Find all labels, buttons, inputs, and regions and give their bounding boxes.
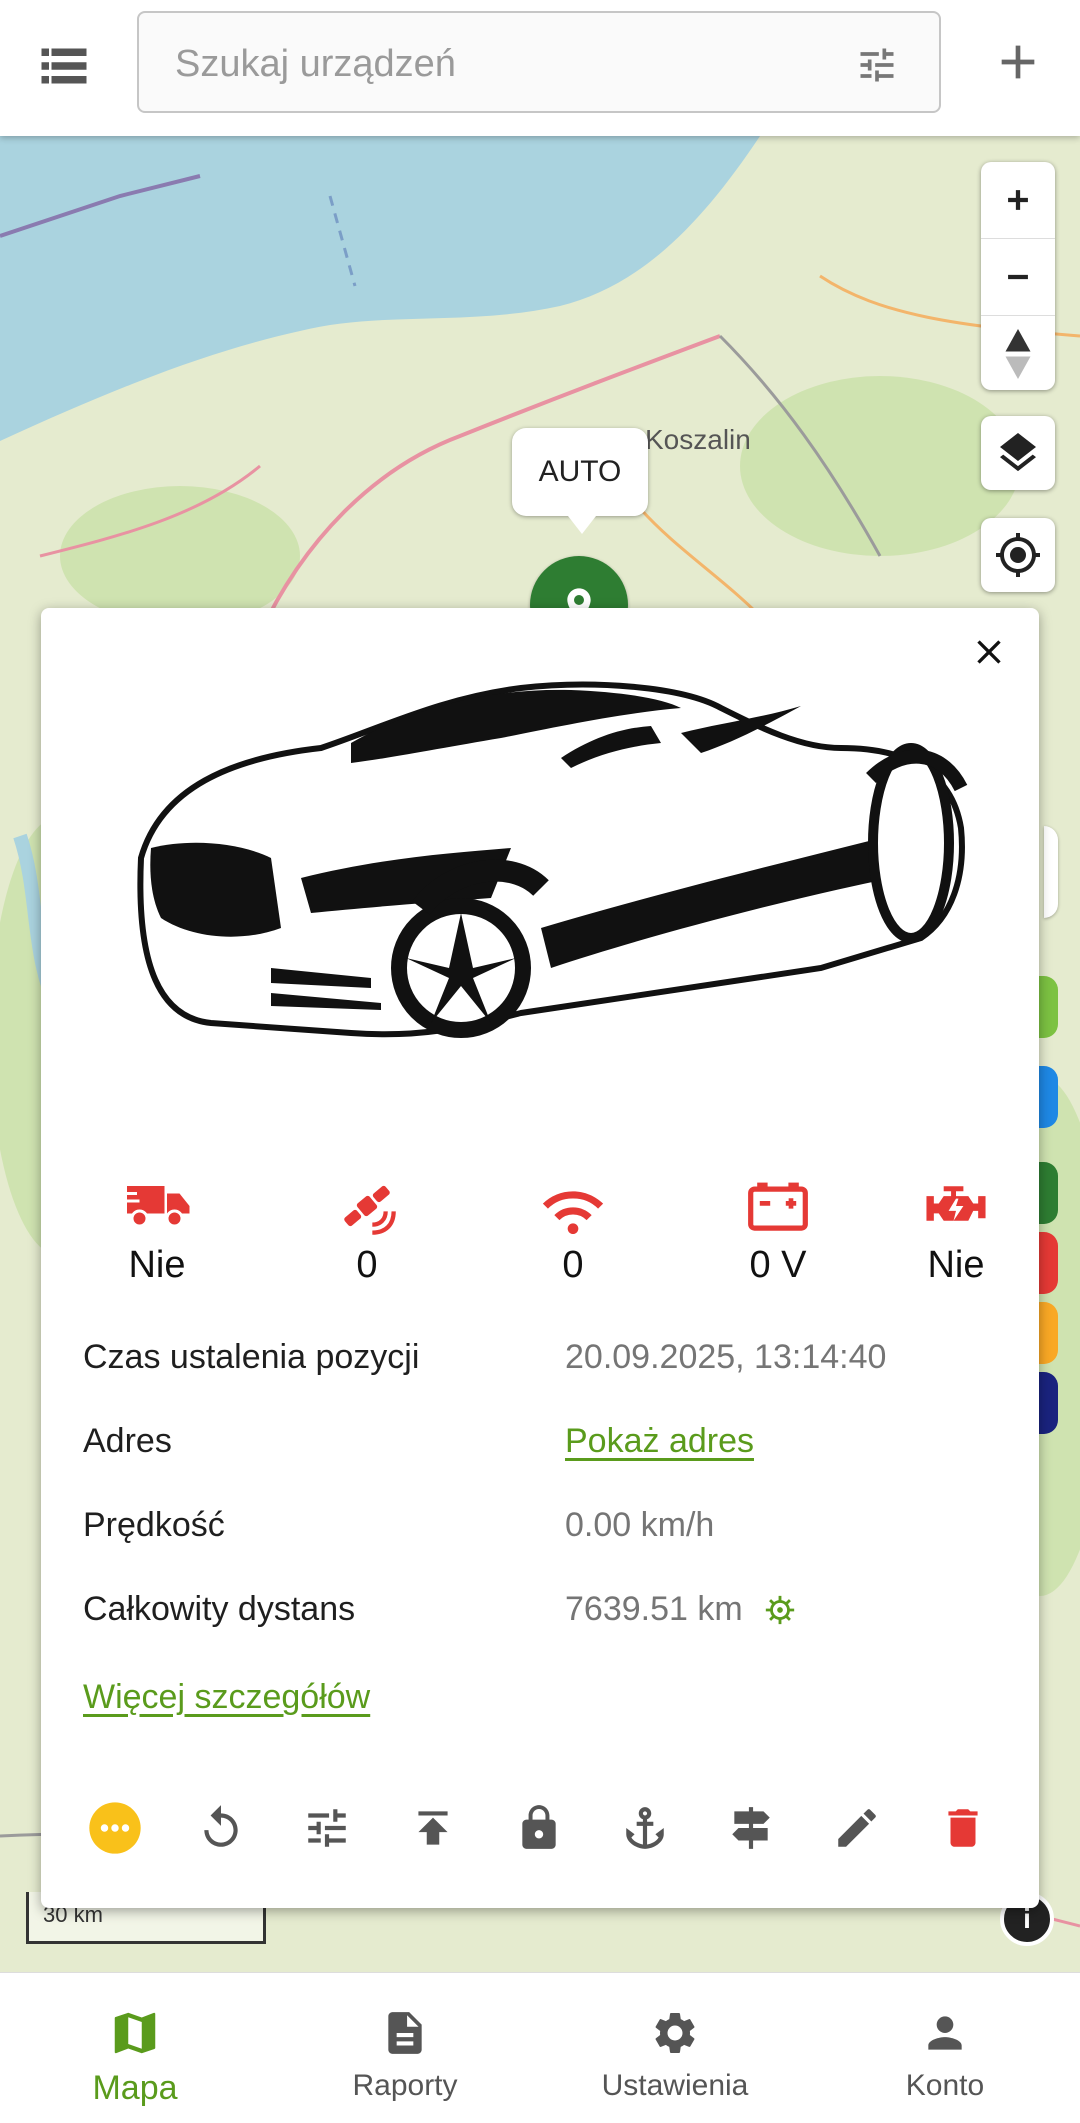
- replay-button[interactable]: [191, 1798, 251, 1858]
- car-image: [137, 681, 968, 1038]
- satellite-icon: [344, 1185, 396, 1235]
- document-icon: [388, 2012, 422, 2054]
- stat-signal: 0: [493, 1176, 653, 1287]
- stat-value: Nie: [128, 1244, 186, 1286]
- nav-label: Ustawienia: [601, 2069, 749, 2102]
- detail-label: Całkowity dystans: [83, 1590, 356, 1628]
- stat-value: Nie: [927, 1244, 985, 1286]
- detail-row-speed: Prędkość 0.00 km/h: [83, 1488, 1003, 1572]
- stat-motion: Nie: [77, 1176, 237, 1287]
- locate-button[interactable]: [981, 518, 1055, 592]
- person-icon: [928, 2016, 962, 2050]
- nav-label: Raporty: [352, 2069, 458, 2102]
- zoom-out-button[interactable]: [981, 239, 1055, 316]
- edit-button[interactable]: [827, 1798, 887, 1858]
- engine-icon: [926, 1186, 986, 1221]
- tune-icon[interactable]: [855, 43, 899, 87]
- battery-icon: [748, 1182, 808, 1231]
- wifi-icon: [542, 1191, 604, 1234]
- nav-settings[interactable]: Ustawienia: [540, 1973, 810, 2123]
- compass-button[interactable]: [981, 316, 1055, 392]
- compass-icon: [1005, 329, 1031, 379]
- crosshair-icon: [996, 533, 1040, 577]
- search-field[interactable]: [137, 11, 941, 113]
- signpost-icon: [732, 1807, 770, 1849]
- zoom-controls: [981, 162, 1055, 390]
- lock-icon: [522, 1805, 556, 1849]
- more-details-link[interactable]: Więcej szczegółów: [83, 1678, 370, 1717]
- delete-icon: [948, 1809, 978, 1847]
- plus-icon: [1008, 190, 1028, 210]
- detail-value: 0.00 km/h: [565, 1506, 715, 1544]
- stat-satellites: 0: [287, 1176, 447, 1287]
- minus-icon: [1008, 274, 1028, 280]
- more-icon: [89, 1802, 141, 1854]
- device-actions: [85, 1798, 1005, 1858]
- delete-button[interactable]: [933, 1798, 993, 1858]
- detail-label: Prędkość: [83, 1506, 225, 1544]
- show-address-link[interactable]: Pokaż adres: [565, 1422, 754, 1461]
- gear-icon: [655, 2013, 695, 2053]
- anchor-icon: [626, 1807, 664, 1849]
- odometer-settings-icon[interactable]: [763, 1593, 797, 1627]
- lock-button[interactable]: [509, 1798, 569, 1858]
- bottom-navigation: Mapa Raporty Ustawienia Konto: [0, 1972, 1080, 2123]
- stat-value: 0: [562, 1244, 584, 1286]
- stat-value: 0: [356, 1244, 378, 1286]
- city-label: Koszalin: [645, 424, 751, 455]
- nav-map[interactable]: Mapa: [0, 1973, 270, 2123]
- upload-button[interactable]: [403, 1798, 463, 1858]
- truck-icon: [122, 1186, 190, 1228]
- anchor-button[interactable]: [615, 1798, 675, 1858]
- device-info-card: Nie 0 0 0 V Nie Czas ustalenia pozycji 2…: [41, 608, 1039, 1908]
- nav-account[interactable]: Konto: [810, 1973, 1080, 2123]
- replay-icon: [204, 1805, 238, 1847]
- top-bar: [0, 0, 1080, 136]
- detail-row-fix-time: Czas ustalenia pozycji 20.09.2025, 13:14…: [83, 1320, 1003, 1404]
- tune-icon: [308, 1809, 346, 1847]
- detail-label: Czas ustalenia pozycji: [83, 1338, 420, 1376]
- device-marker-label[interactable]: AUTO: [512, 428, 648, 534]
- list-icon[interactable]: [34, 36, 94, 96]
- nav-reports[interactable]: Raporty: [270, 1973, 540, 2123]
- detail-label: Adres: [83, 1422, 172, 1460]
- plus-icon[interactable]: [990, 34, 1046, 90]
- zoom-in-button[interactable]: [981, 162, 1055, 239]
- layers-icon: [1000, 433, 1036, 472]
- device-details: Czas ustalenia pozycji 20.09.2025, 13:14…: [83, 1320, 1003, 1656]
- upload-icon: [418, 1811, 448, 1845]
- detail-row-distance: Całkowity dystans 7639.51 km: [83, 1572, 1003, 1656]
- map-icon: [114, 2012, 156, 2054]
- nav-label: Mapa: [92, 2069, 178, 2107]
- commands-button[interactable]: [297, 1798, 357, 1858]
- stat-value: 0 V: [749, 1244, 807, 1286]
- detail-value: 20.09.2025, 13:14:40: [565, 1338, 887, 1376]
- detail-value: 7639.51 km: [565, 1590, 743, 1628]
- status-stats: Nie 0 0 0 V Nie: [41, 1176, 1039, 1296]
- search-input[interactable]: [173, 33, 817, 95]
- more-button[interactable]: [85, 1798, 145, 1858]
- detail-row-address: Adres Pokaż adres: [83, 1404, 1003, 1488]
- layers-button[interactable]: [981, 416, 1055, 490]
- nav-label: Konto: [905, 2069, 985, 2102]
- geofence-button[interactable]: [721, 1798, 781, 1858]
- side-panel-chip[interactable]: [1044, 826, 1058, 918]
- edit-icon: [838, 1809, 876, 1847]
- stat-battery: 0 V: [698, 1176, 858, 1287]
- stat-ignition: Nie: [876, 1176, 1036, 1287]
